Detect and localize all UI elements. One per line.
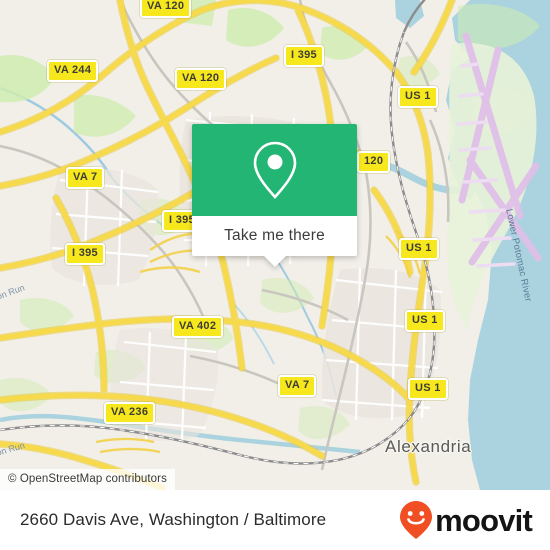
highway-shield: I 395 bbox=[284, 45, 324, 67]
highway-shield: VA 402 bbox=[172, 316, 224, 338]
highway-shield: VA 7 bbox=[278, 375, 317, 397]
highway-shield: US 1 bbox=[398, 86, 438, 108]
osm-attribution[interactable]: © OpenStreetMap contributors bbox=[0, 469, 175, 490]
highway-shield: 120 bbox=[357, 151, 391, 173]
moovit-map-screenshot: VA 244 VA 120 I 395 US 1 VA 120 VA 7 120 I 395 I… bbox=[0, 0, 550, 550]
highway-shield: US 1 bbox=[399, 238, 439, 260]
location-callout-card[interactable]: Take me there bbox=[192, 124, 357, 267]
callout-header bbox=[192, 124, 357, 216]
callout-pointer bbox=[263, 256, 286, 267]
map-canvas[interactable]: VA 244 VA 120 I 395 US 1 VA 120 VA 7 120 I 395 I… bbox=[0, 0, 550, 490]
highway-shield: VA 120 bbox=[175, 68, 227, 90]
address-label: 2660 Davis Ave, Washington / Baltimore bbox=[20, 510, 327, 529]
highway-shield: US 1 bbox=[408, 378, 448, 400]
footer-bar: 2660 Davis Ave, Washington / Baltimore m… bbox=[0, 490, 550, 550]
take-me-there-button[interactable]: Take me there bbox=[192, 216, 357, 256]
highway-shield: VA 236 bbox=[104, 402, 156, 424]
take-me-there-label: Take me there bbox=[224, 227, 325, 244]
moovit-logo[interactable]: moovit bbox=[399, 500, 533, 540]
city-label-alexandria: Alexandria bbox=[385, 437, 472, 456]
location-pin-icon bbox=[253, 141, 296, 199]
moovit-wordmark: moovit bbox=[435, 502, 533, 538]
highway-shield: VA 7 bbox=[66, 167, 105, 189]
highway-shield: VA 244 bbox=[47, 60, 99, 82]
moovit-pin-icon bbox=[400, 501, 433, 539]
highway-shield: US 1 bbox=[405, 310, 445, 332]
highway-shield: VA 120 bbox=[140, 0, 192, 18]
highway-shield: I 395 bbox=[65, 243, 105, 265]
